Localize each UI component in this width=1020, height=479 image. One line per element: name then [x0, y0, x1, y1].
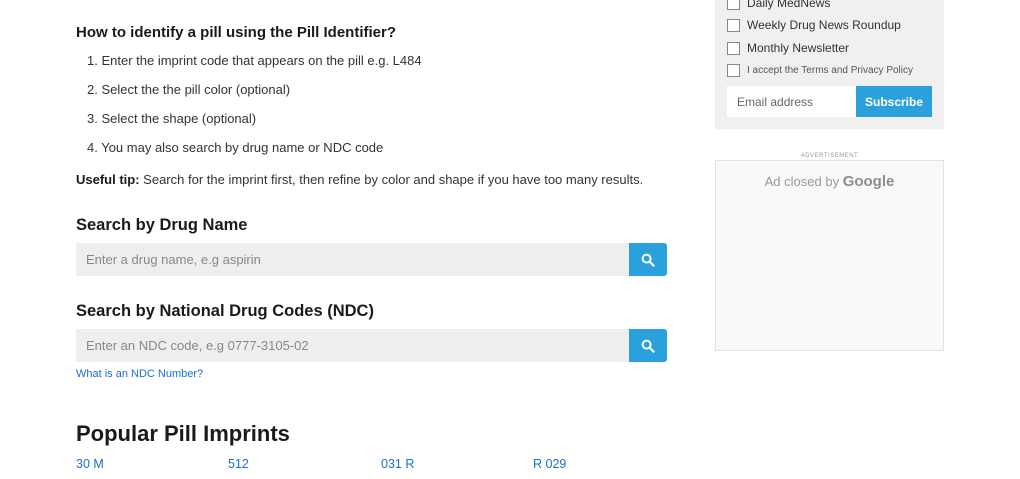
popular-imprints-title: Popular Pill Imprints: [76, 421, 290, 446]
email-field[interactable]: [727, 86, 856, 117]
newsletter-panel: Daily MedNews Weekly Drug News Roundup M…: [715, 0, 944, 129]
newsletter-option-monthly[interactable]: Monthly Newsletter: [727, 41, 849, 55]
terms-checkbox[interactable]: [727, 64, 740, 77]
search-icon: [641, 339, 655, 353]
ad-closed-text: Ad closed by: [764, 174, 843, 189]
terms-label: I accept the Terms and Privacy Policy: [747, 65, 913, 76]
tip-label: Useful tip:: [76, 172, 140, 187]
ndc-code-input[interactable]: [76, 329, 629, 362]
ndc-search-button[interactable]: [629, 329, 667, 362]
newsletter-option-weekly[interactable]: Weekly Drug News Roundup: [727, 18, 901, 32]
howto-title: How to identify a pill using the Pill Id…: [76, 24, 397, 41]
advertisement-label: ADVERTISEMENT: [800, 153, 859, 159]
howto-step: 4. You may also search by drug name or N…: [87, 140, 384, 155]
subscribe-button[interactable]: Subscribe: [856, 86, 932, 117]
imprint-link[interactable]: 30 M: [76, 457, 104, 471]
terms-checkbox-row[interactable]: I accept the Terms and Privacy Policy: [727, 64, 913, 77]
imprint-link[interactable]: 512: [228, 457, 249, 471]
google-logo: Google: [842, 173, 895, 190]
imprint-link[interactable]: R 029: [533, 457, 566, 471]
howto-step: 3. Select the shape (optional): [87, 111, 257, 126]
useful-tip: Useful tip: Search for the imprint first…: [76, 172, 643, 187]
drug-search-button[interactable]: [629, 243, 667, 276]
drug-search-title: Search by Drug Name: [76, 216, 248, 234]
drug-name-input[interactable]: [76, 243, 629, 276]
checkbox[interactable]: [727, 18, 740, 32]
tip-text: Search for the imprint first, then refin…: [139, 172, 644, 187]
search-icon: [641, 253, 655, 267]
newsletter-option-label: Weekly Drug News Roundup: [747, 18, 901, 32]
ndc-search-bar: [76, 329, 667, 362]
ndc-help-link[interactable]: What is an NDC Number?: [76, 368, 203, 380]
newsletter-option-label: Daily MedNews: [747, 0, 831, 10]
newsletter-option-daily[interactable]: Daily MedNews: [727, 0, 830, 10]
imprint-link[interactable]: 031 R: [381, 457, 414, 471]
checkbox[interactable]: [727, 0, 740, 10]
ndc-search-title: Search by National Drug Codes (NDC): [76, 302, 374, 320]
howto-step: 2. Select the the pill color (optional): [87, 82, 291, 97]
checkbox[interactable]: [727, 41, 740, 55]
ad-closed-notice: Ad closed by Google: [716, 173, 943, 190]
newsletter-option-label: Monthly Newsletter: [747, 41, 850, 55]
ad-slot: Ad closed by Google: [715, 160, 944, 351]
drug-search-bar: [76, 243, 667, 276]
howto-step: 1. Enter the imprint code that appears o…: [87, 53, 422, 68]
